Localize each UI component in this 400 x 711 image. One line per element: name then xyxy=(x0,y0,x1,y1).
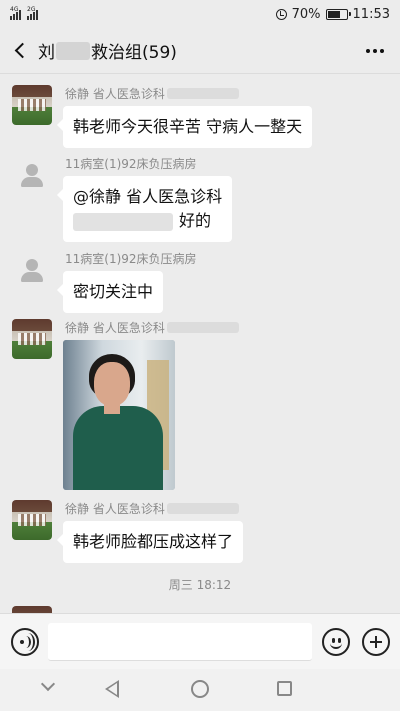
alarm-icon xyxy=(275,8,287,20)
signal-icon-2: 2G xyxy=(27,6,38,20)
message-bubble[interactable]: @徐静 省人医急诊科 好的 xyxy=(56,176,233,242)
chevron-left-icon xyxy=(14,42,30,59)
redacted-text xyxy=(56,41,90,60)
message-bubble[interactable]: 韩老师今天很辛苦 守病人一整天 xyxy=(56,106,313,148)
signal-icon: 4G xyxy=(10,6,21,20)
sender-name: 徐静 省人医急诊科 xyxy=(65,85,239,102)
add-attachment-button[interactable] xyxy=(362,628,390,656)
message-line: @徐静 省人医急诊科 xyxy=(73,187,223,206)
avatar[interactable] xyxy=(12,250,52,290)
chat-title-suffix: 救治组(59) xyxy=(91,43,177,63)
message-input[interactable] xyxy=(48,623,312,661)
message-bubble[interactable]: 韩老师脸都压成这样了 xyxy=(56,521,244,563)
system-navigation-bar xyxy=(0,669,400,711)
redacted-text xyxy=(166,503,239,514)
status-bar: 4G 2G 70% 11:53 xyxy=(0,0,400,28)
signal-2-label: 2G xyxy=(27,6,36,13)
message-list[interactable]: 徐静 省人医急诊科 韩老师今天很辛苦 守病人一整天 11病室(1)92床负压病房… xyxy=(0,75,400,613)
hide-nav-chevron-icon[interactable] xyxy=(40,676,56,692)
avatar[interactable] xyxy=(12,500,52,540)
avatar[interactable] xyxy=(12,319,52,359)
chat-header: 刘 救治组(59) xyxy=(0,28,400,74)
input-bar xyxy=(0,613,400,669)
timestamp: 周三 18:12 xyxy=(168,578,232,592)
sender-name: 11病室(1)92床负压病房 xyxy=(65,252,197,266)
message-line: 好的 xyxy=(73,209,222,233)
signal-1-label: 4G xyxy=(10,6,19,13)
chat-title: 刘 救治组(59) xyxy=(38,38,177,63)
voice-input-button[interactable] xyxy=(11,628,39,656)
avatar[interactable] xyxy=(12,85,52,125)
chat-title-prefix: 刘 xyxy=(38,43,55,63)
redacted-text xyxy=(166,322,239,333)
message-bubble[interactable]: 密切关注中 xyxy=(56,271,164,313)
back-button[interactable] xyxy=(0,28,38,74)
system-back-button[interactable] xyxy=(105,680,119,698)
image-message[interactable] xyxy=(63,340,175,490)
battery-percent: 70% xyxy=(291,6,321,22)
sender-name: 11病室(1)92床负压病房 xyxy=(65,157,197,171)
more-options-button[interactable] xyxy=(350,28,400,74)
system-recents-button[interactable] xyxy=(277,681,292,696)
emoji-button[interactable] xyxy=(322,628,350,656)
sender-name: 徐静 省人医急诊科 xyxy=(65,500,239,517)
redacted-text xyxy=(73,212,173,231)
clock: 11:53 xyxy=(352,6,390,22)
avatar[interactable] xyxy=(12,606,52,613)
sender-name: 徐静 省人医急诊科 xyxy=(65,319,239,336)
battery-icon xyxy=(325,8,351,20)
system-home-button[interactable] xyxy=(191,680,209,698)
avatar[interactable] xyxy=(12,155,52,195)
redacted-text xyxy=(166,88,239,99)
